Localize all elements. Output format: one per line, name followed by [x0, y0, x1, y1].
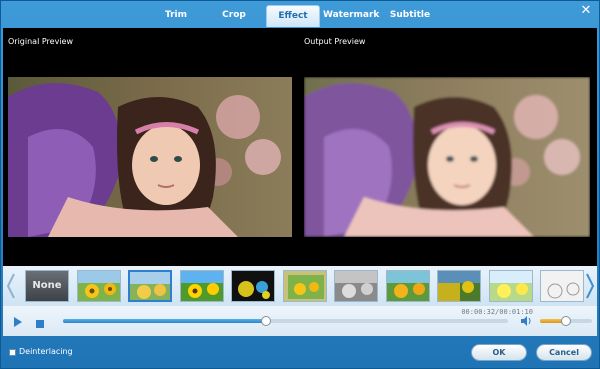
output-preview-label: Output Preview: [304, 37, 366, 46]
play-button[interactable]: [13, 315, 23, 333]
tab-crop[interactable]: Crop: [207, 5, 261, 27]
tab-effect[interactable]: Effect: [266, 5, 320, 27]
effect-dark[interactable]: [231, 270, 275, 302]
effect-normal[interactable]: [77, 270, 121, 302]
cancel-button[interactable]: Cancel: [536, 344, 592, 361]
ok-button[interactable]: OK: [471, 344, 527, 361]
tab-bar: Trim Crop Effect Watermark Subtitle ✕: [1, 1, 599, 28]
stop-button[interactable]: [35, 316, 45, 334]
player-controls: 00:00:32/00:01:10: [3, 306, 597, 336]
volume-icon[interactable]: [520, 314, 532, 332]
preview-area: Original Preview Output Preview: [3, 28, 597, 266]
tab-watermark[interactable]: Watermark: [323, 5, 379, 27]
effect-frame[interactable]: [283, 270, 327, 302]
effect-bright[interactable]: [489, 270, 533, 302]
volume-thumb[interactable]: [561, 316, 571, 326]
original-video-frame: [8, 77, 292, 237]
effect-mosaic[interactable]: [437, 270, 481, 302]
seek-bar[interactable]: [63, 316, 508, 326]
tab-trim[interactable]: Trim: [149, 5, 203, 27]
effects-strip: None: [3, 266, 597, 306]
seek-thumb[interactable]: [261, 316, 272, 326]
effect-blur[interactable]: [128, 270, 172, 302]
original-preview-label: Original Preview: [8, 37, 73, 46]
dialog-footer: Deinterlacing OK Cancel: [1, 336, 599, 368]
close-icon[interactable]: ✕: [579, 4, 593, 18]
volume-slider[interactable]: [540, 316, 592, 326]
effect-grayscale[interactable]: [334, 270, 378, 302]
effect-editor-window: Trim Crop Effect Watermark Subtitle ✕ Or…: [0, 0, 600, 369]
scroll-right-arrow[interactable]: [585, 272, 595, 300]
seek-progress: [63, 319, 267, 323]
deinterlacing-checkbox[interactable]: [9, 349, 16, 356]
deinterlacing-label: Deinterlacing: [19, 347, 73, 356]
effect-warm[interactable]: [386, 270, 430, 302]
effect-sketch[interactable]: [540, 270, 584, 302]
output-video-frame: [304, 77, 590, 237]
tab-subtitle[interactable]: Subtitle: [383, 5, 437, 27]
effect-vivid[interactable]: [180, 270, 224, 302]
effect-none[interactable]: None: [25, 270, 69, 302]
scroll-left-arrow[interactable]: [6, 272, 16, 300]
